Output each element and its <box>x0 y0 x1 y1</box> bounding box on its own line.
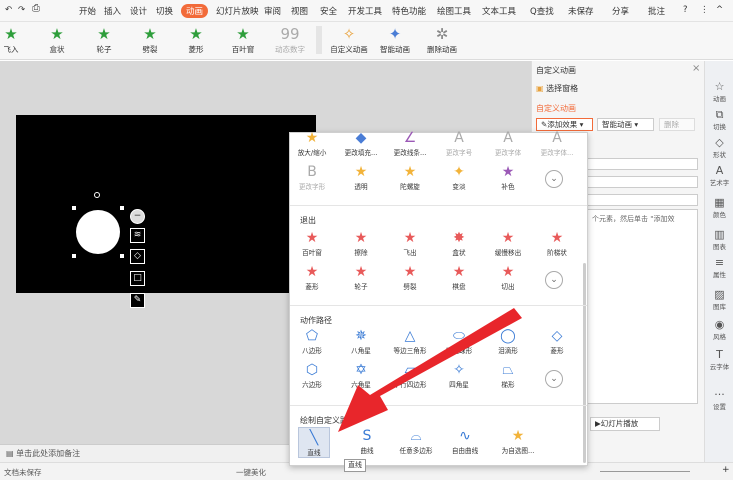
red-arrow-annotation <box>338 308 522 432</box>
arrow-shape <box>338 308 522 432</box>
